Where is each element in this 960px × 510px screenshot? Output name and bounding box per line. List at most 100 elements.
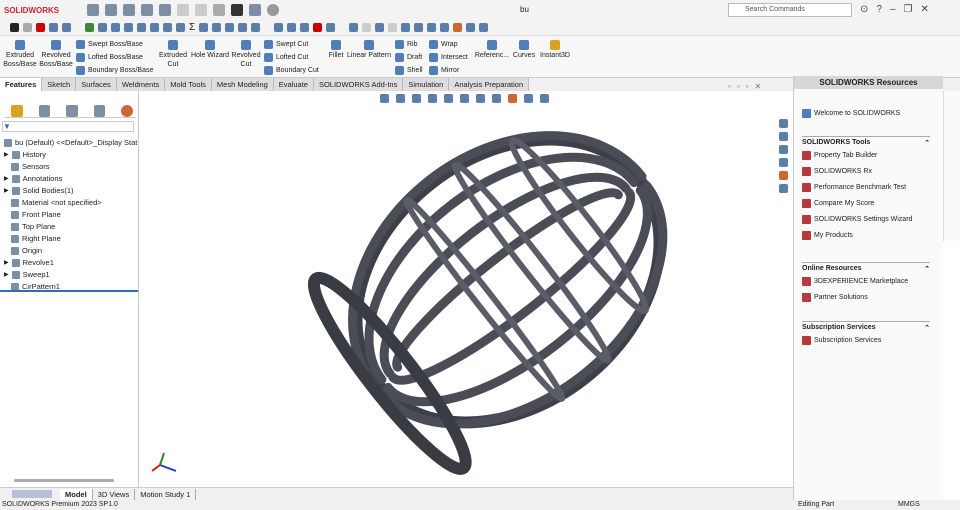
previous-view-icon[interactable] — [375, 23, 385, 32]
tab-evaluate[interactable]: Evaluate — [273, 78, 314, 91]
macro-edit-icon[interactable] — [62, 23, 71, 32]
zoom-area-icon[interactable] — [362, 23, 372, 32]
file-properties-icon[interactable] — [249, 4, 261, 16]
task-pane-section-header[interactable]: Online Resources ⌃ — [802, 262, 930, 273]
feature-tree-item[interactable]: ▶ History — [4, 149, 46, 160]
units-selector[interactable]: MMGS — [898, 500, 920, 510]
tool-icon[interactable] — [251, 23, 261, 32]
graphics-viewport[interactable]: ▫▫▫✕ — [140, 82, 793, 487]
intersect-button[interactable]: Intersect — [429, 51, 468, 63]
rib-button[interactable]: Rib — [395, 38, 418, 50]
feature-tree-item[interactable]: ▶ Revolve1 — [4, 257, 54, 268]
tool-icon[interactable] — [313, 23, 323, 32]
task-pane-section-header[interactable]: SOLIDWORKS Tools ⌃ — [802, 136, 930, 147]
section-view-icon[interactable] — [388, 23, 398, 32]
tool-icon[interactable] — [124, 23, 133, 32]
tab-3d-views[interactable]: 3D Views — [93, 488, 136, 500]
view-icon[interactable] — [401, 23, 411, 32]
tool-icon[interactable] — [111, 23, 120, 32]
property-manager-icon[interactable] — [38, 105, 51, 117]
tool-icon[interactable] — [212, 23, 222, 32]
revolved-cut-button[interactable]: Revolved Cut — [230, 39, 262, 69]
stop-icon[interactable] — [23, 23, 32, 32]
collapse-chevron-icon[interactable]: ⌃ — [924, 265, 930, 273]
zoom-icon[interactable] — [349, 23, 359, 32]
lofted-boss-button[interactable]: Lofted Boss/Base — [76, 51, 143, 63]
swept-boss-button[interactable]: Swept Boss/Base — [76, 38, 143, 50]
feature-tree-item[interactable]: Sensors — [4, 161, 50, 172]
monitor-icon[interactable] — [479, 23, 489, 32]
linear-pattern-button[interactable]: Linear Pattern — [346, 39, 392, 60]
expand-arrow-icon[interactable]: ▶ — [4, 151, 9, 158]
extruded-cut-button[interactable]: Extruded Cut — [156, 39, 190, 69]
new-file-icon[interactable] — [105, 4, 117, 16]
task-pane-link[interactable]: 3DEXPERIENCE Marketplace — [802, 277, 908, 286]
display-manager-icon[interactable] — [121, 105, 133, 117]
fillet-button[interactable]: Fillet — [326, 39, 346, 60]
revolved-boss-button[interactable]: Revolved Boss/Base — [38, 39, 74, 69]
home-icon[interactable] — [87, 4, 99, 16]
home-icon[interactable] — [779, 119, 788, 128]
tool-icon[interactable] — [163, 23, 172, 32]
tab-surfaces[interactable]: Surfaces — [76, 78, 117, 91]
dimxpert-icon[interactable] — [93, 105, 106, 117]
tab-mesh-modeling[interactable]: Mesh Modeling — [211, 78, 274, 91]
instant3d-button[interactable]: Instant3D — [538, 39, 572, 60]
collapse-chevron-icon[interactable]: ⌃ — [924, 324, 930, 332]
file-explorer-icon[interactable] — [779, 145, 788, 154]
tab-scroll-arrows[interactable] — [12, 490, 52, 498]
tab-motion-study[interactable]: Motion Study 1 — [135, 488, 197, 500]
extruded-boss-button[interactable]: Extruded Boss/Base — [3, 39, 37, 69]
tool-icon[interactable] — [176, 23, 185, 32]
record-icon[interactable] — [36, 23, 45, 32]
feature-tree-item[interactable]: Front Plane — [4, 209, 61, 220]
tool-icon[interactable] — [225, 23, 235, 32]
wrap-button[interactable]: Wrap — [429, 38, 458, 50]
scene-icon[interactable] — [466, 23, 476, 32]
expand-arrow-icon[interactable]: ▶ — [4, 175, 9, 182]
window-controls[interactable]: ⊙?–❐✕ — [860, 4, 937, 15]
task-pane-link[interactable]: Partner Solutions — [802, 293, 868, 302]
tab-sketch[interactable]: Sketch — [42, 78, 77, 91]
tab-simulation[interactable]: Simulation — [403, 78, 450, 91]
tab-features[interactable]: Features — [0, 78, 43, 91]
hide-show-icon[interactable] — [440, 23, 450, 32]
welcome-link[interactable]: Welcome to SOLIDWORKS — [802, 109, 900, 118]
task-pane-link[interactable]: SOLIDWORKS Settings Wizard — [802, 215, 912, 224]
lofted-cut-button[interactable]: Lofted Cut — [264, 51, 308, 63]
view-icon[interactable] — [414, 23, 424, 32]
tool-icon[interactable] — [300, 23, 310, 32]
hole-wizard-button[interactable]: Hole Wizard — [190, 39, 230, 60]
filter-input[interactable]: ▼ — [2, 121, 134, 132]
task-pane-link[interactable]: Property Tab Builder — [802, 151, 877, 160]
save-icon[interactable] — [141, 4, 153, 16]
viewport-window-controls[interactable]: ▫▫▫✕ — [728, 82, 767, 91]
feature-tree-item[interactable]: ▶ Solid Bodies(1) — [4, 185, 73, 196]
curves-button[interactable]: Curves — [511, 39, 537, 60]
feature-tree-item[interactable]: Origin — [4, 245, 42, 256]
task-pane-link[interactable]: My Products — [802, 231, 853, 240]
boundary-cut-button[interactable]: Boundary Cut — [264, 64, 319, 76]
feature-tree-item[interactable]: Right Plane — [4, 233, 61, 244]
feature-manager-icon[interactable] — [11, 105, 23, 117]
feature-tree-item[interactable]: Material <not specified> — [4, 197, 102, 208]
reference-geometry-button[interactable]: Referenc... — [474, 39, 510, 60]
play-icon[interactable] — [10, 23, 19, 32]
search-commands-input[interactable]: Search Commands — [728, 3, 852, 17]
configuration-manager-icon[interactable] — [66, 105, 78, 117]
draft-button[interactable]: Draft — [395, 51, 422, 63]
expand-arrow-icon[interactable]: ▶ — [4, 187, 9, 194]
macro-icon[interactable] — [49, 23, 58, 32]
tool-icon[interactable] — [150, 23, 159, 32]
mirror-button[interactable]: Mirror — [429, 64, 459, 76]
tab-model[interactable]: Model — [60, 488, 93, 500]
task-pane-link[interactable]: Performance Benchmark Test — [802, 183, 906, 192]
tool-icon[interactable] — [199, 23, 209, 32]
redo-icon[interactable] — [195, 4, 207, 16]
collapse-chevron-icon[interactable]: ⌃ — [924, 139, 930, 147]
swept-cut-button[interactable]: Swept Cut — [264, 38, 308, 50]
expand-arrow-icon[interactable]: ▶ — [4, 271, 9, 278]
boundary-boss-button[interactable]: Boundary Boss/Base — [76, 64, 153, 76]
feature-tree-item[interactable]: Top Plane — [4, 221, 55, 232]
display-style-icon[interactable] — [427, 23, 437, 32]
